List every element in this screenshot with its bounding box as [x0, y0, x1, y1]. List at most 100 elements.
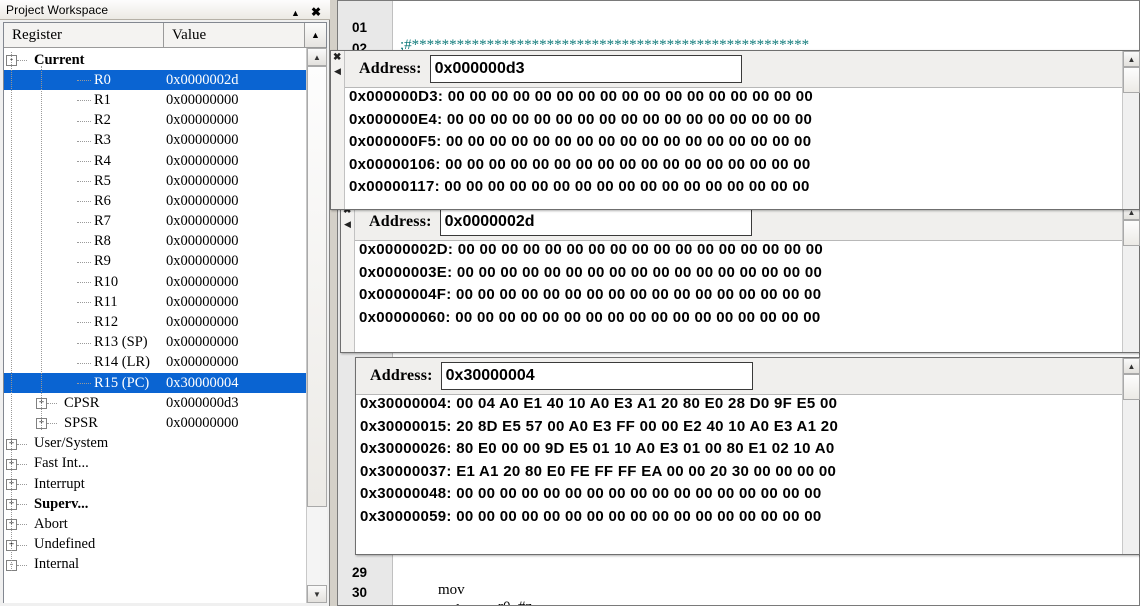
editor-line: 01 ;#***********************************…: [338, 3, 1139, 53]
address-input[interactable]: 0x000000d3: [429, 55, 742, 83]
register-row[interactable]: + CPSR 0x000000d3: [4, 393, 307, 413]
memory-window-3-toolbar: Address: 0x30000004: [356, 358, 1139, 395]
register-row[interactable]: R11 0x00000000: [4, 292, 307, 312]
scroll-up-arrow-icon[interactable]: ▲: [307, 48, 327, 66]
memory-row: 0x0000002D: 00 00 00 00 00 00 00 00 00 0…: [355, 241, 1122, 264]
register-name: R10: [94, 273, 119, 290]
register-row[interactable]: R1 0x00000000: [4, 90, 307, 110]
memory-row: 0x30000048: 00 00 00 00 00 00 00 00 00 0…: [356, 485, 1122, 508]
memory-row-address: 0x30000026:: [360, 440, 452, 457]
memory-row-address: 0x30000048:: [360, 485, 452, 502]
memory-window-3[interactable]: Address: 0x30000004 ▲ 0x30000004: 00 04 …: [355, 357, 1140, 555]
tree-connector: [17, 463, 27, 465]
register-name: R5: [94, 172, 111, 189]
tree-connector: [77, 322, 91, 324]
address-input[interactable]: 0x0000002d: [439, 208, 752, 236]
memory-row: 0x30000059: 00 00 00 00 00 00 00 00 00 0…: [356, 508, 1122, 531]
register-row[interactable]: R7 0x00000000: [4, 212, 307, 232]
tree-connector: [47, 423, 57, 425]
column-header-value[interactable]: Value: [164, 23, 305, 47]
tree-connector: [77, 80, 91, 82]
register-tree-scrollbar[interactable]: ▲ ▼: [306, 48, 327, 603]
tree-connector: [17, 564, 27, 566]
register-name: R1: [94, 91, 111, 108]
project-workspace-panel: Project Workspace ▲ ✖ Register Value ▲ -…: [0, 0, 330, 606]
register-table-header: Register Value ▲: [4, 23, 326, 48]
memory-window-1[interactable]: ✖ ◀ Address: 0x000000d3 ▲ 0x000000D3: 00…: [330, 50, 1140, 210]
memory-row: 0x30000004: 00 04 A0 E1 40 10 A0 E3 A1 2…: [356, 395, 1122, 418]
register-value: 0x00000000: [166, 91, 239, 108]
address-label: Address:: [359, 60, 422, 77]
register-row[interactable]: - Internal: [4, 555, 307, 575]
register-view: Register Value ▲ - Current R0 0x0000002d R1 0…: [3, 22, 327, 603]
register-row[interactable]: R3 0x00000000: [4, 131, 307, 151]
register-row[interactable]: + Superv...: [4, 494, 307, 514]
register-name: R13 (SP): [94, 334, 148, 351]
memory-window-1-scrollbar[interactable]: ▲: [1122, 51, 1140, 209]
memory-row-address: 0x30000037:: [360, 462, 452, 480]
register-row[interactable]: R15 (PC) 0x30000004: [4, 373, 307, 394]
register-name: Superv...: [34, 495, 89, 512]
memory-window-2[interactable]: ✖ ◀ Address: 0x0000002d ▲ 0x0000002D: 00…: [340, 203, 1140, 353]
register-row[interactable]: R14 (LR) 0x00000000: [4, 353, 307, 373]
memory-window-3-scrollbar[interactable]: ▲: [1122, 358, 1140, 554]
arrow-left-icon[interactable]: ◀: [334, 67, 341, 76]
column-header-register[interactable]: Register: [4, 23, 164, 47]
memory-row-address: 0x00000106:: [349, 155, 441, 173]
memory-window-1-gutter: ✖ ◀: [331, 51, 345, 209]
scrollbar-thumb[interactable]: [1123, 67, 1140, 93]
register-name: Interrupt: [34, 475, 85, 492]
memory-window-2-scrollbar[interactable]: ▲: [1122, 204, 1140, 352]
register-name: R7: [94, 213, 111, 230]
register-row[interactable]: + Fast Int...: [4, 454, 307, 474]
register-row[interactable]: + Abort: [4, 514, 307, 534]
memory-row-bytes: 00 00 00 00 00 00 00 00 00 00 00 00 00 0…: [444, 178, 810, 195]
register-row[interactable]: + SPSR 0x00000000: [4, 413, 307, 433]
register-row[interactable]: R2 0x00000000: [4, 111, 307, 131]
memory-row-address: 0x0000002D:: [359, 241, 454, 258]
scroll-up-arrow-icon[interactable]: ▲: [1123, 51, 1140, 67]
scrollbar-thumb[interactable]: [307, 66, 327, 507]
register-row[interactable]: R10 0x00000000: [4, 272, 307, 292]
register-row[interactable]: R12 0x00000000: [4, 312, 307, 332]
memory-row: 0x00000060: 00 00 00 00 00 00 00 00 00 0…: [355, 309, 1122, 332]
register-row[interactable]: - Current: [4, 50, 307, 70]
tree-connector: [77, 181, 91, 183]
memory-row-address: 0x000000F5:: [349, 133, 442, 150]
register-name: Abort: [34, 515, 68, 532]
editor-line: 31 mov r1, #y ;/* put y value: [338, 589, 1139, 606]
address-input[interactable]: 0x30000004: [440, 362, 753, 390]
register-row[interactable]: + Interrupt: [4, 474, 307, 494]
register-row[interactable]: R5 0x00000000: [4, 171, 307, 191]
tree-connector: [17, 524, 27, 526]
register-name: R8: [94, 233, 111, 250]
memory-row-bytes: 00 00 00 00 00 00 00 00 00 00 00 00 00 0…: [445, 155, 811, 173]
pin-up-icon[interactable]: ▲: [291, 4, 302, 18]
close-icon[interactable]: ✖: [311, 4, 322, 18]
register-row[interactable]: R13 (SP) 0x00000000: [4, 333, 307, 353]
register-tree[interactable]: - Current R0 0x0000002d R1 0x00000000 R2 0x0000…: [4, 48, 307, 603]
register-row[interactable]: R6 0x00000000: [4, 191, 307, 211]
memory-row-bytes: 00 00 00 00 00 00 00 00 00 00 00 00 00 0…: [456, 507, 822, 525]
memory-row-bytes: 20 8D E5 57 00 A0 E3 FF 00 00 E2 40 10 A…: [456, 417, 839, 435]
memory-row-address: 0x000000D3:: [349, 88, 444, 105]
register-row[interactable]: R9 0x00000000: [4, 252, 307, 272]
register-name: SPSR: [64, 414, 98, 431]
register-row[interactable]: R8 0x00000000: [4, 232, 307, 252]
sort-button[interactable]: ▲: [305, 23, 326, 47]
project-workspace-titlebar[interactable]: Project Workspace ▲ ✖: [0, 0, 330, 20]
close-icon[interactable]: ✖: [333, 53, 341, 63]
register-row[interactable]: R0 0x0000002d: [4, 70, 307, 91]
scrollbar-thumb[interactable]: [1123, 374, 1140, 400]
arrow-left-icon[interactable]: ◀: [344, 220, 351, 229]
memory-row-bytes: 00 00 00 00 00 00 00 00 00 00 00 00 00 0…: [456, 485, 822, 502]
register-row[interactable]: + User/System: [4, 434, 307, 454]
scroll-down-arrow-icon[interactable]: ▼: [307, 585, 327, 603]
scrollbar-thumb[interactable]: [1123, 220, 1140, 246]
register-row[interactable]: + Undefined: [4, 535, 307, 555]
register-value: 0x00000000: [166, 293, 239, 310]
register-row[interactable]: R4 0x00000000: [4, 151, 307, 171]
tree-connector: [77, 100, 91, 102]
scroll-up-arrow-icon[interactable]: ▲: [1123, 358, 1140, 374]
tree-connector: [77, 221, 91, 223]
